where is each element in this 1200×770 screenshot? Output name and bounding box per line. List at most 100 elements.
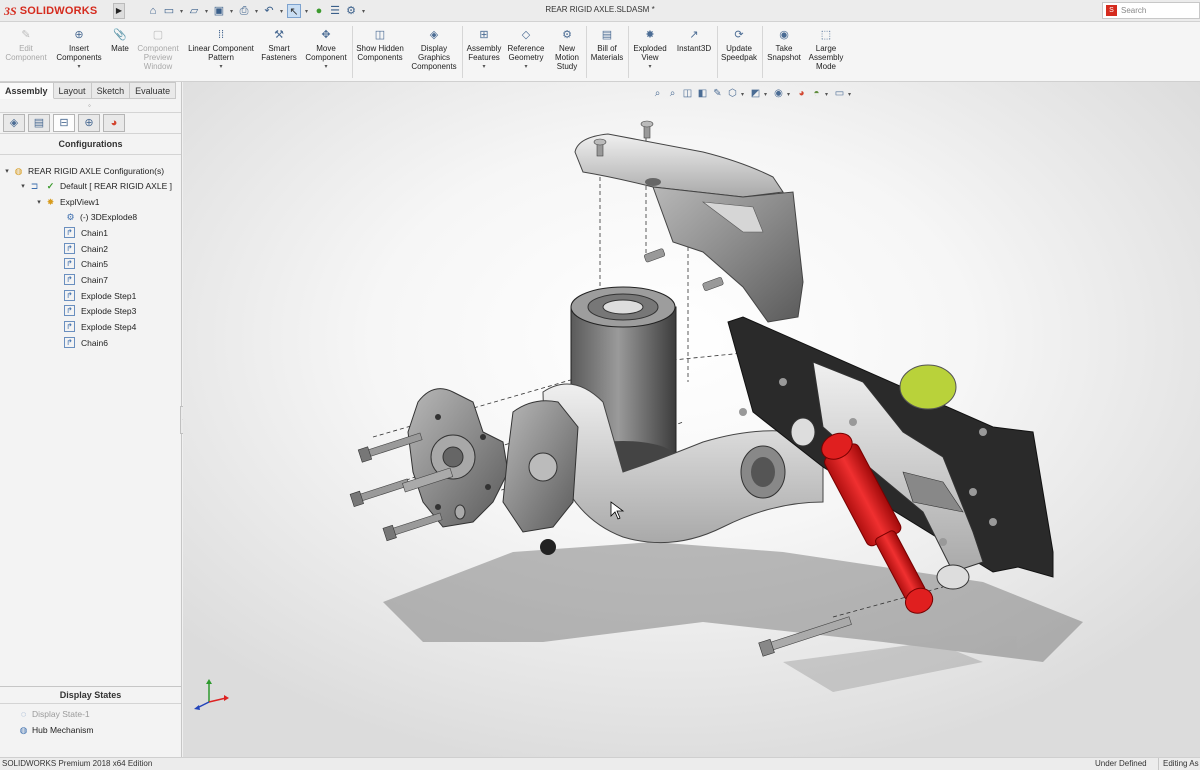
display-state-label: Display State-1 — [32, 709, 90, 719]
property-manager-icon[interactable]: ▤ — [28, 114, 50, 132]
tree-item[interactable]: ↱ Chain7 — [64, 272, 108, 287]
configuration-icon: ⊐ — [30, 180, 39, 191]
tab-evaluate[interactable]: Evaluate — [130, 82, 177, 99]
explode-step-icon: ↱ — [64, 227, 75, 238]
move-component-dropdown-icon[interactable]: ▾ — [302, 63, 350, 72]
assembly-features-icon: ⊞ — [479, 29, 489, 41]
configuration-manager-icon[interactable]: ⊟ — [53, 114, 75, 132]
component-preview-icon: ▢ — [152, 29, 164, 41]
tree-item-label: Explode Step3 — [81, 305, 137, 316]
instant3d-button[interactable]: ↗ Instant3D — [673, 28, 715, 53]
insert-components-icon: ⊕ — [74, 29, 84, 41]
assembly-features-dropdown-icon[interactable]: ▾ — [465, 63, 503, 72]
camera-icon: ◉ — [779, 29, 789, 41]
exploded-assembly-model[interactable] — [183, 82, 1200, 757]
tree-item-label: REAR RIGID AXLE Configuration(s) — [28, 165, 165, 176]
linear-pattern-button[interactable]: ⁞⁞ Linear Component Pattern ▾ — [184, 28, 258, 72]
tree-item-label: Chain6 — [81, 337, 108, 348]
smart-fasteners-button[interactable]: ⚒ Smart Fasteners — [260, 28, 298, 62]
large-assembly-mode-button[interactable]: ⬚ Large Assembly Mode — [806, 28, 846, 71]
tree-item-label: Explode Step4 — [81, 321, 137, 332]
take-snapshot-button[interactable]: ◉ Take Snapshot — [765, 28, 803, 62]
explode-step-icon: ↱ — [64, 321, 75, 332]
tree-item[interactable]: ⚙ (-) 3DExplode8 — [64, 209, 137, 224]
new-motion-study-button[interactable]: ⚙ New Motion Study — [550, 28, 584, 71]
new-motion-study-label: New Motion Study — [554, 44, 579, 71]
graphics-area[interactable]: ⌕ ⌕ ◫ ◧ ✎ ⬡ ▾ ◩ ▾ ◉ ▾ ◕ ◓ ▾ ▭ ▾ — [183, 82, 1200, 757]
edit-component-button[interactable]: ✎ Edit Component — [3, 28, 49, 62]
dimxpert-manager-icon[interactable]: ⊕ — [78, 114, 100, 132]
display-state-icon: ◍ — [19, 725, 28, 735]
component-preview-button[interactable]: ▢ Component Preview Window — [135, 28, 181, 71]
show-hidden-label: Show Hidden Components — [356, 44, 404, 62]
explode-step-icon: ↱ — [64, 290, 75, 301]
display-state-item[interactable]: ◌ Display State-1 — [18, 708, 90, 720]
collapse-arrow-icon[interactable]: ▾ — [2, 167, 12, 175]
exploded-view-button[interactable]: ✸ Exploded View ▾ — [631, 28, 669, 72]
display-state-icon: ◌ — [20, 709, 27, 719]
insert-components-button[interactable]: ⊕ Insert Components ▾ — [54, 28, 104, 72]
smart-fasteners-label: Smart Fasteners — [261, 44, 297, 62]
display-graphics-button[interactable]: ◈ Display Graphics Components — [408, 28, 460, 71]
show-hidden-icon: ◫ — [374, 29, 386, 41]
mate-icon: 📎 — [113, 29, 127, 41]
tree-item[interactable]: ↱ Explode Step1 — [64, 288, 136, 303]
collapse-arrow-icon[interactable]: ▾ — [18, 182, 28, 190]
tree-item[interactable]: ↱ Chain1 — [64, 225, 108, 240]
tree-item[interactable]: ↱ Chain2 — [64, 241, 108, 256]
tab-assembly[interactable]: Assembly — [0, 82, 54, 99]
tree-item[interactable]: ↱ Chain5 — [64, 256, 108, 271]
collapse-arrow-icon[interactable]: ▾ — [34, 198, 44, 206]
show-hidden-button[interactable]: ◫ Show Hidden Components — [355, 28, 405, 62]
exploded-view-label: Exploded View — [633, 44, 667, 62]
editing-status: Editing As — [1158, 758, 1199, 770]
ribbon-separator — [628, 26, 629, 78]
feature-manager-icon[interactable]: ◈ — [3, 114, 25, 132]
move-component-button[interactable]: ✥ Move Component ▾ — [302, 28, 350, 72]
speedpak-icon: ⟳ — [734, 29, 744, 41]
tab-layout[interactable]: Layout — [53, 82, 92, 99]
assembly-icon: ◍ — [14, 165, 23, 176]
tree-item[interactable]: ↱ Explode Step3 — [64, 303, 136, 318]
divider — [0, 154, 181, 155]
assembly-features-button[interactable]: ⊞ Assembly Features ▾ — [465, 28, 503, 72]
assembly-features-label: Assembly Features — [466, 44, 502, 62]
reference-geometry-button[interactable]: ◇ Reference Geometry ▾ — [506, 28, 546, 72]
bill-of-materials-button[interactable]: ▤ Bill of Materials — [589, 28, 625, 62]
motion-study-icon: ⚙ — [562, 29, 572, 41]
bill-of-materials-label: Bill of Materials — [590, 44, 624, 62]
insert-components-dropdown-icon[interactable]: ▾ — [54, 63, 104, 72]
search-icon: S — [1106, 5, 1117, 16]
exploded-view-dropdown-icon[interactable]: ▾ — [631, 63, 669, 72]
tree-item-label: Chain2 — [81, 243, 108, 254]
tree-item[interactable]: ↱ Chain6 — [64, 335, 108, 350]
mate-button[interactable]: 📎 Mate — [108, 28, 132, 53]
model-shadow — [383, 542, 1083, 692]
large-assembly-mode-label: Large Assembly Mode — [808, 44, 844, 71]
tree-item-label: Explode Step1 — [81, 290, 137, 301]
divider — [0, 703, 181, 704]
bill-of-materials-icon: ▤ — [601, 29, 613, 41]
tree-item[interactable]: ▾ ✸ ExplView1 — [34, 194, 100, 209]
linear-pattern-dropdown-icon[interactable]: ▾ — [184, 63, 258, 72]
tree-item-label: ExplView1 — [60, 196, 100, 207]
steering-knuckle[interactable] — [502, 400, 579, 533]
status-bar: SOLIDWORKS Premium 2018 x64 Edition Unde… — [0, 757, 1200, 770]
explode-sketch-icon: ⚙ — [66, 211, 75, 222]
feature-manager-panel: Assembly Layout Sketch Evaluate ◦ ◈ ▤ ⊟ … — [0, 82, 182, 757]
active-check-icon: ✓ — [46, 180, 55, 191]
reference-geometry-dropdown-icon[interactable]: ▾ — [506, 63, 546, 72]
move-component-label: Move Component — [305, 44, 347, 62]
tree-item[interactable]: ↱ Explode Step4 — [64, 319, 136, 334]
definition-status: Under Defined — [1095, 759, 1147, 768]
search-input[interactable]: S Search MySolidWorks — [1102, 2, 1200, 30]
instant3d-label: Instant3D — [676, 44, 712, 53]
tree-item[interactable]: ▾ ◍ REAR RIGID AXLE Configuration(s) — [2, 163, 164, 178]
tab-sketch[interactable]: Sketch — [91, 82, 131, 99]
display-manager-icon[interactable]: ◕ — [103, 114, 125, 132]
tree-item-label: Default [ REAR RIGID AXLE ] — [60, 180, 172, 191]
panel-grip-icon[interactable]: ◦ — [88, 101, 91, 110]
display-state-item[interactable]: ◍ Hub Mechanism — [18, 724, 94, 736]
update-speedpak-button[interactable]: ⟳ Update Speedpak — [719, 28, 759, 62]
tree-item[interactable]: ▾ ⊐ ✓ Default [ REAR RIGID AXLE ] — [18, 178, 172, 193]
